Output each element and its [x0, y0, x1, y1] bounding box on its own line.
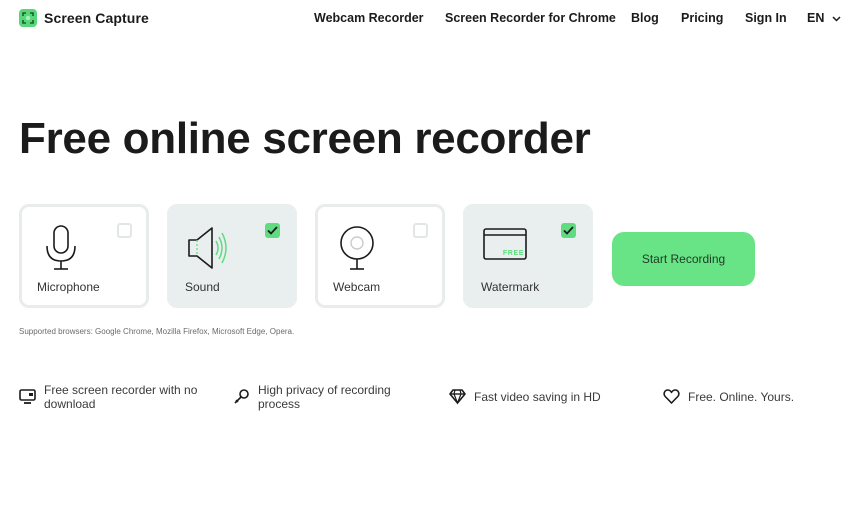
- nav-webcam-recorder[interactable]: Webcam Recorder: [314, 11, 424, 25]
- header: Screen Capture Webcam Recorder Screen Re…: [0, 0, 850, 38]
- option-label: Webcam: [333, 280, 381, 294]
- microphone-icon: [37, 224, 85, 272]
- language-label: EN: [807, 11, 825, 25]
- checkmark-icon: [267, 226, 278, 235]
- supported-browsers-note: Supported browsers: Google Chrome, Mozil…: [19, 327, 295, 336]
- page-title: Free online screen recorder: [19, 114, 591, 163]
- nav-blog[interactable]: Blog: [631, 11, 659, 25]
- feature-text: High privacy of recording process: [258, 383, 391, 411]
- monitor-icon: [19, 388, 36, 405]
- webcam-icon: [333, 224, 381, 272]
- nav-sign-in[interactable]: Sign In: [745, 11, 787, 25]
- feature-text: Free. Online. Yours.: [688, 390, 795, 404]
- sound-checkbox[interactable]: [265, 223, 280, 238]
- watermark-icon: FREE: [481, 219, 529, 267]
- brand-logo[interactable]: Screen Capture: [19, 9, 149, 27]
- option-label: Sound: [185, 280, 220, 294]
- nav-pricing[interactable]: Pricing: [681, 11, 723, 25]
- option-card-sound[interactable]: Sound: [167, 204, 297, 308]
- speaker-icon: [185, 224, 233, 272]
- diamond-icon: [449, 388, 466, 405]
- brand-name: Screen Capture: [44, 10, 149, 26]
- feature-no-download: Free screen recorder with no download: [19, 383, 197, 411]
- free-badge: FREE: [503, 250, 524, 257]
- feature-free: Free. Online. Yours.: [663, 383, 794, 405]
- feature-privacy: High privacy of recording process: [233, 383, 391, 411]
- capture-frame-icon: [19, 9, 37, 27]
- feature-hd: Fast video saving in HD: [449, 383, 601, 405]
- option-label: Watermark: [481, 280, 540, 294]
- option-card-webcam[interactable]: Webcam: [315, 204, 445, 308]
- chevron-down-icon: [832, 15, 841, 22]
- nav-screen-recorder-chrome[interactable]: Screen Recorder for Chrome: [445, 11, 616, 25]
- option-card-microphone[interactable]: Microphone: [19, 204, 149, 308]
- language-selector[interactable]: EN: [807, 11, 841, 25]
- feature-text: Fast video saving in HD: [474, 390, 601, 404]
- webcam-checkbox[interactable]: [413, 223, 428, 238]
- option-label: Microphone: [37, 280, 100, 294]
- heart-icon: [663, 388, 680, 405]
- microphone-checkbox[interactable]: [117, 223, 132, 238]
- watermark-checkbox[interactable]: [561, 223, 576, 238]
- option-card-watermark[interactable]: FREE Watermark: [463, 204, 593, 308]
- checkmark-icon: [563, 226, 574, 235]
- start-recording-button[interactable]: Start Recording: [612, 232, 755, 286]
- feature-text: Free screen recorder with no download: [44, 383, 198, 411]
- key-icon: [233, 388, 250, 405]
